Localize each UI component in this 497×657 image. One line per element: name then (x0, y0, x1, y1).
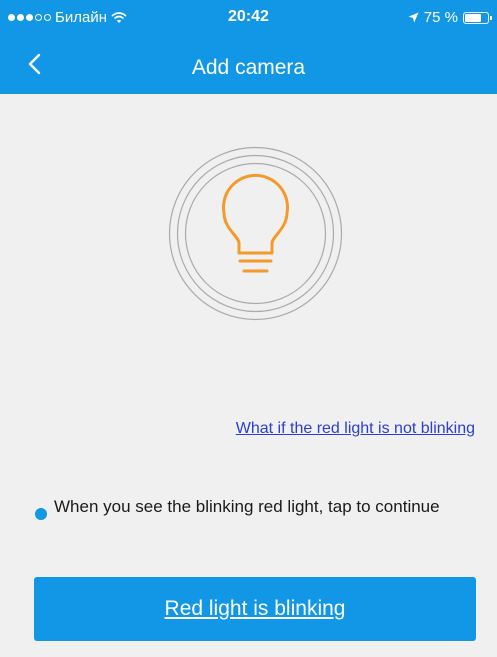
app-header: Билайн 20:42 75 % Add camera (0, 0, 497, 94)
status-right: 75 % (408, 9, 492, 26)
location-arrow-icon (408, 12, 419, 23)
bullet-dot (35, 508, 47, 520)
battery-icon (463, 11, 492, 24)
battery-percent: 75 % (423, 9, 458, 26)
instruction-text: When you see the blinking red light, tap… (54, 497, 440, 516)
battery-fill (465, 13, 481, 22)
light-bulb-icon (168, 146, 343, 321)
red-light-help-link[interactable]: What if the red light is not blinking (236, 420, 475, 438)
continue-button-label: Red light is blinking (164, 597, 346, 620)
battery-tip (490, 15, 492, 20)
red-light-blinking-button[interactable]: Red light is blinking (34, 577, 476, 641)
nav-bar: Add camera (0, 40, 497, 94)
page-title: Add camera (191, 56, 306, 79)
light-bulb-illustration (168, 146, 343, 321)
status-bar: Билайн 20:42 75 % (0, 0, 497, 34)
